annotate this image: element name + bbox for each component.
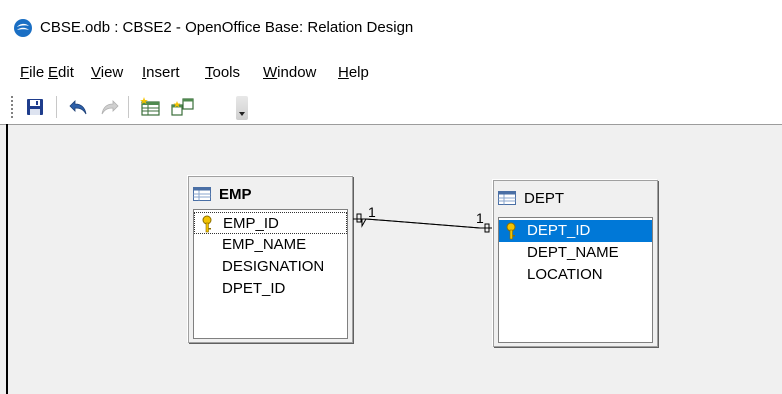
primary-key-icon bbox=[506, 222, 516, 240]
toolbar-separator bbox=[56, 96, 57, 118]
table-title-emp: EMP bbox=[219, 185, 252, 203]
undo-button[interactable] bbox=[66, 94, 92, 120]
primary-key-icon bbox=[202, 215, 212, 233]
relation-cardinality-from: 1 bbox=[368, 204, 376, 220]
field-location[interactable]: LOCATION bbox=[499, 264, 652, 286]
field-emp-id[interactable]: EMP_ID bbox=[194, 212, 347, 234]
redo-icon bbox=[101, 100, 119, 115]
window-title: CBSE.odb : CBSE2 - OpenOffice Base: Rela… bbox=[40, 19, 414, 36]
new-relation-icon bbox=[171, 98, 194, 116]
table-icon bbox=[193, 187, 211, 201]
menu-insert[interactable]: Insert bbox=[142, 64, 180, 81]
field-list-dept[interactable]: DEPT_ID DEPT_NAME LOCATION bbox=[498, 217, 653, 343]
undo-icon bbox=[69, 100, 87, 115]
table-icon bbox=[498, 191, 516, 205]
table-window-emp[interactable]: EMP EMP_ID EMP_NAME DESIGNATION DPET_ID bbox=[188, 176, 353, 343]
menu-edit[interactable]: Edit bbox=[48, 64, 74, 81]
add-tables-button[interactable] bbox=[138, 94, 164, 120]
toolbar-overflow-button[interactable] bbox=[236, 96, 248, 120]
openoffice-logo-icon bbox=[14, 19, 32, 37]
add-tables-icon bbox=[140, 97, 160, 116]
relation-design-canvas[interactable] bbox=[0, 124, 782, 394]
toolbar bbox=[0, 86, 782, 124]
relation-design-window: CBSE.odb : CBSE2 - OpenOffice Base: Rela… bbox=[0, 0, 782, 394]
field-dpet-id[interactable]: DPET_ID bbox=[194, 278, 347, 300]
toolbar-separator bbox=[128, 96, 129, 118]
relation-cardinality-to: 1 bbox=[476, 210, 484, 226]
toolbar-grip[interactable] bbox=[10, 95, 14, 119]
menu-view[interactable]: View bbox=[91, 64, 123, 81]
field-list-emp[interactable]: EMP_ID EMP_NAME DESIGNATION DPET_ID bbox=[193, 209, 348, 339]
redo-button[interactable] bbox=[96, 94, 122, 120]
table-title-dept: DEPT bbox=[524, 189, 565, 207]
field-dept-id[interactable]: DEPT_ID bbox=[499, 220, 652, 242]
table-window-dept[interactable]: DEPT DEPT_ID DEPT_NAME LOCATION bbox=[493, 180, 658, 347]
field-dept-name[interactable]: DEPT_NAME bbox=[499, 242, 652, 264]
menu-bar: File Edit View Insert Tools Window Help bbox=[0, 58, 782, 86]
new-relation-button[interactable] bbox=[170, 94, 196, 120]
title-bar: CBSE.odb : CBSE2 - OpenOffice Base: Rela… bbox=[0, 0, 782, 58]
field-designation[interactable]: DESIGNATION bbox=[194, 256, 347, 278]
save-button[interactable] bbox=[22, 94, 48, 120]
save-icon bbox=[27, 99, 43, 115]
menu-help[interactable]: Help bbox=[338, 64, 369, 81]
menu-file[interactable]: File bbox=[20, 64, 44, 81]
menu-window[interactable]: Window bbox=[263, 64, 316, 81]
canvas-left-edge bbox=[6, 124, 8, 394]
table-window-header[interactable]: DEPT bbox=[498, 187, 564, 209]
menu-tools[interactable]: Tools bbox=[205, 64, 240, 81]
table-window-header[interactable]: EMP bbox=[193, 183, 252, 205]
field-emp-name[interactable]: EMP_NAME bbox=[194, 234, 347, 256]
